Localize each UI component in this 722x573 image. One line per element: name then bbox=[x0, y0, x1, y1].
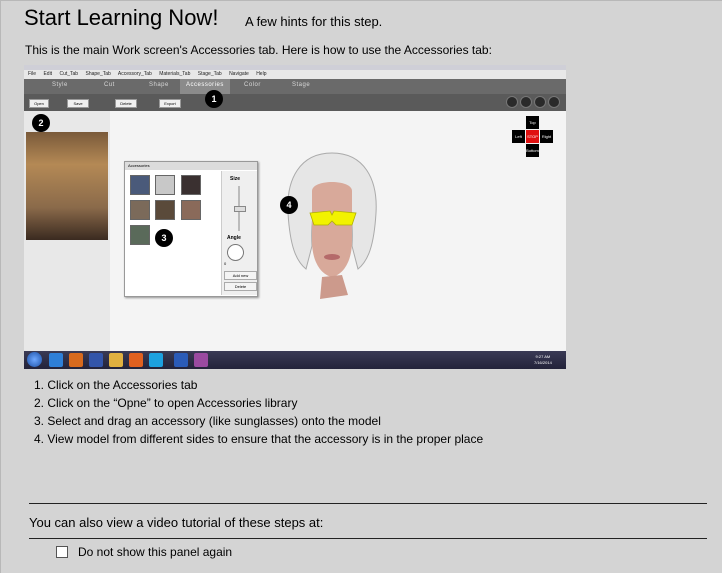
system-clock: 9:27 AM 7/16/2014 bbox=[534, 354, 552, 366]
skype-icon bbox=[149, 353, 163, 367]
intro-text: This is the main Work screen's Accessori… bbox=[25, 43, 492, 57]
rotate-icon bbox=[520, 96, 532, 108]
marker-1: 1 bbox=[205, 90, 223, 108]
accessories-screenshot: File Edit Cut_Tab Shape_Tab Accessory_Ta… bbox=[24, 65, 566, 369]
hairstyle-app-icon bbox=[194, 353, 208, 367]
app-titlebar bbox=[24, 65, 566, 70]
size-label: Size bbox=[230, 176, 241, 182]
menu-stage-tab: Stage_Tab bbox=[197, 71, 222, 77]
accessory-thumb-headband bbox=[155, 200, 175, 220]
tab-shape: Shape bbox=[149, 82, 169, 88]
size-slider-thumb bbox=[234, 206, 246, 212]
media-icon bbox=[69, 353, 83, 367]
do-not-show-checkbox[interactable] bbox=[56, 546, 68, 558]
menu-cut-tab: Cut_Tab bbox=[59, 71, 79, 77]
tab-style: Style bbox=[52, 82, 68, 88]
menu-accessory-tab: Accessory_Tab bbox=[117, 71, 152, 77]
nav-stop: STOP bbox=[526, 130, 539, 143]
marker-2: 2 bbox=[32, 114, 50, 132]
menu-navigate: Navigate bbox=[229, 71, 249, 77]
export-button: Export bbox=[159, 99, 181, 108]
accessory-thumb-earring bbox=[130, 200, 150, 220]
firefox-icon bbox=[129, 353, 143, 367]
menu-edit: Edit bbox=[43, 71, 53, 77]
marker-4: 4 bbox=[280, 196, 298, 214]
accessory-controls: Size Angle 0 Add new Delete bbox=[221, 171, 257, 295]
page-title: Start Learning Now! bbox=[24, 5, 219, 30]
step-4: 4. View model from different sides to en… bbox=[34, 432, 484, 446]
accessory-thumb-clip bbox=[155, 175, 175, 195]
delete-button: Delete bbox=[115, 99, 137, 108]
open-button: Open bbox=[29, 99, 49, 108]
app-tabbar: Style Cut Shape Accessories Color Stage bbox=[24, 79, 566, 94]
step-3: 3. Select and drag an accessory (like su… bbox=[34, 414, 381, 428]
accessory-thumb-cap bbox=[181, 175, 201, 195]
menu-file: File bbox=[28, 71, 37, 77]
video-tutorial-text: You can also view a video tutorial of th… bbox=[29, 515, 324, 530]
tab-accessories: Accessories bbox=[180, 79, 230, 94]
divider-bottom bbox=[29, 538, 707, 539]
window-border-left bbox=[0, 0, 1, 573]
delete-accessory-button: Delete bbox=[224, 282, 257, 291]
step-1: 1. Click on the Accessories tab bbox=[34, 378, 198, 392]
tab-color: Color bbox=[244, 82, 261, 88]
marker-3: 3 bbox=[155, 229, 173, 247]
fit-icon bbox=[548, 96, 560, 108]
page-subtitle: A few hints for this step. bbox=[245, 14, 383, 29]
do-not-show-label[interactable]: Do not show this panel again bbox=[78, 545, 232, 559]
nav-bottom: Bottom bbox=[526, 144, 539, 157]
add-new-button: Add new bbox=[224, 271, 257, 280]
ie-icon bbox=[49, 353, 63, 367]
nav-right: Right bbox=[540, 130, 553, 143]
angle-value: 0 bbox=[224, 261, 227, 266]
model-head bbox=[287, 152, 377, 299]
steps-list: 1. Click on the Accessories tab 2. Click… bbox=[34, 376, 483, 448]
menu-materials-tab: Materials_Tab bbox=[159, 71, 191, 77]
clock-date: 7/16/2014 bbox=[534, 360, 552, 365]
window-border-top bbox=[0, 0, 722, 1]
step-2: 2. Click on the “Opne” to open Accessori… bbox=[34, 396, 298, 410]
menu-help: Help bbox=[256, 71, 267, 77]
divider-top bbox=[29, 503, 707, 504]
accessories-panel-title: Accessories bbox=[125, 162, 257, 170]
windows-taskbar: 9:27 AM 7/16/2014 bbox=[24, 351, 566, 369]
angle-label: Angle bbox=[227, 235, 241, 241]
app-toolbar: Open Save Delete Export bbox=[24, 94, 566, 111]
accessory-thumb-bow bbox=[181, 200, 201, 220]
app-icon bbox=[89, 353, 103, 367]
hand-icon bbox=[506, 96, 518, 108]
hairstyle-photo bbox=[26, 132, 108, 240]
accessories-panel: Accessories Size Angle 0 Add new Delete bbox=[124, 161, 258, 297]
accessory-thumb-sunglasses bbox=[130, 225, 150, 245]
tab-stage: Stage bbox=[292, 82, 311, 88]
angle-dial bbox=[227, 244, 244, 261]
word-icon bbox=[174, 353, 188, 367]
nav-top: Top bbox=[526, 116, 539, 129]
folder-icon bbox=[109, 353, 123, 367]
nav-left: Left bbox=[512, 130, 525, 143]
tab-cut: Cut bbox=[104, 82, 115, 88]
accessory-thumb-hat bbox=[130, 175, 150, 195]
start-icon bbox=[27, 352, 42, 367]
zoom-icon bbox=[534, 96, 546, 108]
save-button: Save bbox=[67, 99, 89, 108]
menu-shape-tab: Shape_Tab bbox=[85, 71, 111, 77]
app-menubar: File Edit Cut_Tab Shape_Tab Accessory_Ta… bbox=[24, 65, 566, 79]
